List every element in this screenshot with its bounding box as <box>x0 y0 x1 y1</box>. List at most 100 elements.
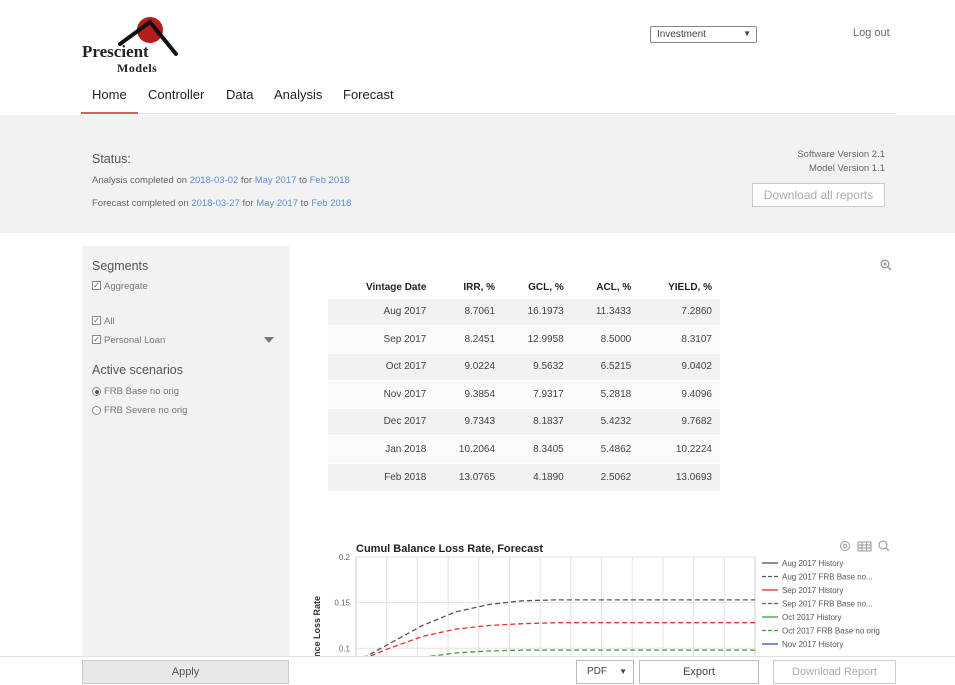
vintage-table: Vintage Date IRR, % GCL, % ACL, % YIELD,… <box>328 278 720 491</box>
chart-title: Cumul Balance Loss Rate, Forecast <box>356 543 543 555</box>
analysis-to-word: to <box>296 175 310 186</box>
legend-item[interactable]: Sep 2017 History <box>782 586 843 595</box>
tab-forecast[interactable]: Forecast <box>343 87 394 102</box>
table-cell: 2.5062 <box>571 462 640 491</box>
status-panel: Status: Analysis completed on 2018-03-02… <box>0 115 955 233</box>
table-cell: 9.0402 <box>639 352 720 381</box>
chart-grid <box>355 556 756 657</box>
table-cell: 9.7343 <box>434 407 504 436</box>
tab-data[interactable]: Data <box>226 87 253 102</box>
table-cell: Aug 2017 <box>328 297 435 326</box>
col-yield[interactable]: YIELD, % <box>639 278 720 298</box>
table-cell: 9.4096 <box>639 380 720 408</box>
table-cell: Nov 2017 <box>328 380 435 408</box>
table-cell: 13.0693 <box>639 462 720 491</box>
table-cell: 10.2224 <box>639 435 720 463</box>
format-arrow-icon: ▼ <box>619 667 627 676</box>
aggregate-checkbox[interactable]: ✓ <box>92 281 101 290</box>
analysis-mid: for <box>238 175 255 186</box>
table-cell: 7.9317 <box>503 380 572 408</box>
all-label: All <box>104 316 115 327</box>
table-cell: 16.1973 <box>503 297 572 326</box>
col-gcl[interactable]: GCL, % <box>503 278 572 298</box>
table-cell: 8.3405 <box>503 435 572 463</box>
scenario-base-radio[interactable] <box>92 387 101 396</box>
table-row: Dec 2017 9.7343 8.1837 5.4232 9.7682 <box>328 407 720 436</box>
legend-item[interactable]: Oct 2017 History <box>782 613 842 622</box>
analysis-status: Analysis completed on 2018-03-02 for May… <box>92 175 350 186</box>
table-cell: 8.2451 <box>434 325 504 353</box>
table-cell: 5.2818 <box>571 380 640 408</box>
apply-button[interactable]: Apply <box>82 660 289 684</box>
y-tick-label: 0.15 <box>334 599 350 608</box>
table-cell: 13.0765 <box>434 462 504 491</box>
legend-item[interactable]: Sep 2017 FRB Base no... <box>782 600 873 609</box>
col-acl[interactable]: ACL, % <box>572 278 640 298</box>
table-cell: 5.4232 <box>571 407 640 436</box>
table-cell: 7.2860 <box>639 297 720 326</box>
main-nav: Home Controller Data Analysis Forecast <box>81 78 896 114</box>
portfolio-select-value: Investment <box>657 29 706 40</box>
zoom-icon[interactable] <box>880 259 892 274</box>
personal-loan-checkbox[interactable]: ✓ <box>92 335 101 344</box>
col-irr[interactable]: IRR, % <box>434 278 503 298</box>
col-vintage[interactable]: Vintage Date <box>328 278 434 298</box>
brand-name: Prescient <box>82 42 149 61</box>
legend-item[interactable]: Nov 2017 History <box>782 640 843 649</box>
download-all-reports-button[interactable]: Download all reports <box>752 183 885 207</box>
format-select[interactable]: PDF ▼ <box>576 660 634 684</box>
tab-home[interactable]: Home <box>81 87 138 114</box>
status-title: Status: <box>92 152 131 166</box>
forecast-mid: for <box>239 198 257 209</box>
scenario-severe-radio[interactable] <box>92 406 101 415</box>
all-checkbox[interactable]: ✓ <box>92 316 101 325</box>
table-cell: 8.3107 <box>639 325 720 353</box>
logo[interactable]: Prescient Models <box>82 14 202 76</box>
table-cell: 10.2064 <box>434 435 504 463</box>
y-tick-label: 0.2 <box>339 553 351 562</box>
tab-analysis[interactable]: Analysis <box>274 87 322 102</box>
table-view-icon[interactable] <box>857 541 872 552</box>
header: Prescient Models Investment ▼ Log out <box>0 0 955 78</box>
portfolio-select[interactable]: Investment ▼ <box>650 26 757 43</box>
table-cell: Jan 2018 <box>328 435 435 463</box>
select-arrow-icon: ▼ <box>743 29 751 38</box>
table-cell: 6.5215 <box>571 352 640 381</box>
aggregate-label: Aggregate <box>104 281 148 292</box>
table-cell: 12.9958 <box>503 325 572 353</box>
table-cell: 4.1890 <box>503 462 572 491</box>
legend-item[interactable]: Oct 2017 FRB Base no orig <box>782 627 880 636</box>
personal-loan-label: Personal Loan <box>104 335 166 346</box>
legend-item[interactable]: Aug 2017 FRB Base no... <box>782 573 873 582</box>
table-cell: Feb 2018 <box>328 462 435 491</box>
table-row: Jan 2018 10.2064 8.3405 5.4862 10.2224 <box>328 435 720 463</box>
chart-ylabel: nce Loss Rate <box>312 596 322 657</box>
table-cell: 5.4862 <box>571 435 640 463</box>
settings-icon[interactable] <box>840 541 850 551</box>
brand-sub: Models <box>117 61 158 75</box>
chart-zoom-icon[interactable] <box>878 540 890 552</box>
table-cell: 8.5000 <box>571 325 640 353</box>
forecast-from-link[interactable]: May 2017 <box>256 198 298 209</box>
table-cell: 9.3854 <box>434 380 504 408</box>
analysis-date-link[interactable]: 2018-03-02 <box>190 175 239 186</box>
chart-legend: Aug 2017 History Aug 2017 FRB Base no... S… <box>762 559 880 649</box>
logout-link[interactable]: Log out <box>853 27 890 39</box>
legend-item[interactable]: Aug 2017 History <box>782 559 843 568</box>
export-button[interactable]: Export <box>639 660 759 684</box>
scenarios-title: Active scenarios <box>92 363 184 377</box>
download-report-button[interactable]: Download Report <box>773 660 896 684</box>
forecast-to-link[interactable]: Feb 2018 <box>311 198 351 209</box>
table-cell: 8.1837 <box>503 407 572 436</box>
table-cell: 11.3433 <box>571 297 640 326</box>
forecast-to-word: to <box>298 198 312 209</box>
model-version: Model Version 1.1 <box>808 163 885 174</box>
loss-rate-chart: Cumul Balance Loss Rate, Forecast nce Lo… <box>310 537 900 657</box>
software-version: Software Version 2.1 <box>797 149 885 160</box>
analysis-from-link[interactable]: May 2017 <box>255 175 297 186</box>
analysis-to-link[interactable]: Feb 2018 <box>310 175 350 186</box>
expand-caret-icon[interactable] <box>264 337 274 343</box>
forecast-date-link[interactable]: 2018-03-27 <box>191 198 240 209</box>
tab-controller[interactable]: Controller <box>148 87 204 102</box>
table-header-row: Vintage Date IRR, % GCL, % ACL, % YIELD,… <box>328 278 720 298</box>
